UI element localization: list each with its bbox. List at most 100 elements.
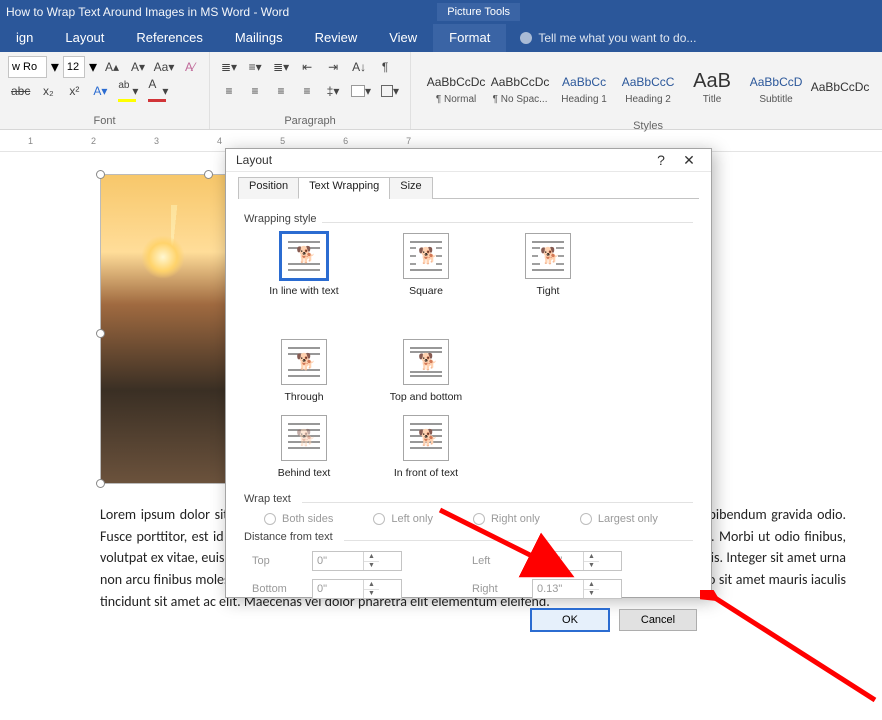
- wrap-option-tight[interactable]: 🐕 Tight: [508, 233, 588, 297]
- window-title: How to Wrap Text Around Images in MS Wor…: [6, 5, 289, 19]
- group-label-paragraph: Paragraph: [218, 113, 402, 127]
- lightbulb-icon: [520, 32, 532, 44]
- contextual-tab-group: Picture Tools: [437, 3, 520, 21]
- ok-button[interactable]: OK: [531, 609, 609, 631]
- style-heading1[interactable]: AaBbCcHeading 1: [553, 60, 615, 114]
- svg-text:🐕: 🐕: [418, 352, 438, 371]
- justify-button[interactable]: ≡: [296, 80, 318, 102]
- right-spinner[interactable]: ▲▼: [532, 579, 622, 599]
- align-center-button[interactable]: ≡: [244, 80, 266, 102]
- help-button[interactable]: ?: [647, 149, 675, 171]
- dialog-title: Layout: [236, 153, 272, 167]
- resize-handle[interactable]: [96, 329, 105, 338]
- change-case-button[interactable]: Aa▾: [153, 56, 175, 78]
- align-right-button[interactable]: ≡: [270, 80, 292, 102]
- ribbon-tabs: ign Layout References Mailings Review Vi…: [0, 24, 882, 52]
- font-name-combo[interactable]: w Ro: [8, 56, 47, 78]
- dialog-tabs: Position Text Wrapping Size: [238, 176, 699, 198]
- dialog-tab-size[interactable]: Size: [389, 177, 432, 199]
- wrapping-style-label: Wrapping style: [244, 213, 693, 225]
- style-heading2[interactable]: AaBbCcCHeading 2: [617, 60, 679, 114]
- radio-largest-only[interactable]: Largest only: [580, 513, 658, 525]
- tell-me[interactable]: Tell me what you want to do...: [520, 31, 696, 45]
- line-spacing-button[interactable]: ‡▾: [322, 80, 344, 102]
- bullets-button[interactable]: ≣▾: [218, 56, 240, 78]
- group-label-styles: Styles: [419, 118, 877, 132]
- close-button[interactable]: ✕: [675, 149, 703, 171]
- align-left-button[interactable]: ≡: [218, 80, 240, 102]
- left-label: Left: [472, 555, 532, 567]
- tab-references[interactable]: References: [120, 24, 218, 52]
- decrease-indent-button[interactable]: ⇤: [296, 56, 318, 78]
- tab-review[interactable]: Review: [299, 24, 374, 52]
- strike-button[interactable]: abc: [8, 80, 33, 102]
- wrap-option-top-bottom[interactable]: 🐕 Top and bottom: [386, 339, 466, 403]
- tab-mailings[interactable]: Mailings: [219, 24, 299, 52]
- distance-label: Distance from text: [244, 531, 693, 543]
- group-label-font: Font: [8, 113, 201, 127]
- image-content: [141, 235, 185, 279]
- ribbon: w Ro ▾ 12 ▾ A▴ A▾ Aa▾ A⁄ abc x₂ x² A▾ ab…: [0, 52, 882, 130]
- font-size-combo[interactable]: 12: [63, 56, 85, 78]
- style-title[interactable]: AaBTitle: [681, 60, 743, 114]
- top-spinner[interactable]: ▲▼: [312, 551, 402, 571]
- top-label: Top: [252, 555, 312, 567]
- borders-button[interactable]: ▾: [378, 80, 402, 102]
- increase-indent-button[interactable]: ⇥: [322, 56, 344, 78]
- svg-text:🐕: 🐕: [418, 246, 438, 265]
- wrap-option-through[interactable]: 🐕 Through: [264, 339, 344, 403]
- dialog-titlebar[interactable]: Layout ? ✕: [226, 149, 711, 172]
- multilevel-list-button[interactable]: ≣▾: [270, 56, 292, 78]
- wrap-text-label: Wrap text: [244, 493, 693, 505]
- styles-gallery[interactable]: AaBbCcDc¶ Normal AaBbCcDc¶ No Spac... Aa…: [419, 56, 877, 118]
- svg-text:🐕: 🐕: [296, 245, 316, 264]
- style-no-spacing[interactable]: AaBbCcDc¶ No Spac...: [489, 60, 551, 114]
- wrap-option-in-front[interactable]: 🐕 In front of text: [386, 415, 466, 479]
- resize-handle[interactable]: [96, 479, 105, 488]
- radio-right-only[interactable]: Right only: [473, 513, 540, 525]
- dialog-tab-text-wrapping[interactable]: Text Wrapping: [298, 177, 390, 199]
- text-effects-button[interactable]: A▾: [89, 80, 111, 102]
- sort-button[interactable]: A↓: [348, 56, 370, 78]
- numbering-button[interactable]: ≡▾: [244, 56, 266, 78]
- ribbon-group-font: w Ro ▾ 12 ▾ A▴ A▾ Aa▾ A⁄ abc x₂ x² A▾ ab…: [0, 52, 210, 129]
- svg-text:🐕: 🐕: [418, 428, 438, 447]
- layout-dialog: Layout ? ✕ Position Text Wrapping Size W…: [225, 148, 712, 598]
- radio-left-only[interactable]: Left only: [373, 513, 433, 525]
- dropdown-icon[interactable]: ▾: [51, 57, 59, 77]
- radio-both-sides[interactable]: Both sides: [264, 513, 333, 525]
- grow-font-button[interactable]: A▴: [101, 56, 123, 78]
- subscript-button[interactable]: x₂: [37, 80, 59, 102]
- style-subtitle[interactable]: AaBbCcDSubtitle: [745, 60, 807, 114]
- dialog-tab-position[interactable]: Position: [238, 177, 299, 199]
- tab-layout[interactable]: Layout: [49, 24, 120, 52]
- tab-design[interactable]: ign: [0, 24, 49, 52]
- wrap-option-square[interactable]: 🐕 Square: [386, 233, 466, 297]
- resize-handle[interactable]: [96, 170, 105, 179]
- style-extra[interactable]: AaBbCcDc: [809, 60, 871, 114]
- tab-view[interactable]: View: [373, 24, 433, 52]
- title-bar: How to Wrap Text Around Images in MS Wor…: [0, 0, 882, 52]
- dropdown-icon[interactable]: ▾: [89, 57, 97, 77]
- font-color-button[interactable]: A▾: [145, 80, 171, 102]
- resize-handle[interactable]: [204, 170, 213, 179]
- shading-button[interactable]: ▾: [348, 80, 374, 102]
- tab-format[interactable]: Format: [433, 24, 506, 52]
- highlight-button[interactable]: ab▾: [115, 80, 141, 102]
- wrap-option-behind[interactable]: 🐕 Behind text: [264, 415, 344, 479]
- clear-formatting-button[interactable]: A⁄: [179, 56, 201, 78]
- cancel-button[interactable]: Cancel: [619, 609, 697, 631]
- ribbon-group-styles: AaBbCcDc¶ Normal AaBbCcDc¶ No Spac... Aa…: [411, 52, 882, 129]
- left-spinner[interactable]: ▲▼: [532, 551, 622, 571]
- style-normal[interactable]: AaBbCcDc¶ Normal: [425, 60, 487, 114]
- bottom-spinner[interactable]: ▲▼: [312, 579, 402, 599]
- svg-text:🐕: 🐕: [540, 246, 560, 265]
- show-marks-button[interactable]: ¶: [374, 56, 396, 78]
- wrap-option-inline[interactable]: 🐕 In line with text: [264, 233, 344, 297]
- shrink-font-button[interactable]: A▾: [127, 56, 149, 78]
- tell-me-text: Tell me what you want to do...: [538, 31, 696, 45]
- ribbon-group-paragraph: ≣▾ ≡▾ ≣▾ ⇤ ⇥ A↓ ¶ ≡ ≡ ≡ ≡ ‡▾ ▾ ▾ Paragra…: [210, 52, 411, 129]
- superscript-button[interactable]: x²: [63, 80, 85, 102]
- svg-text:🐕: 🐕: [296, 352, 316, 371]
- svg-text:🐕: 🐕: [296, 428, 316, 447]
